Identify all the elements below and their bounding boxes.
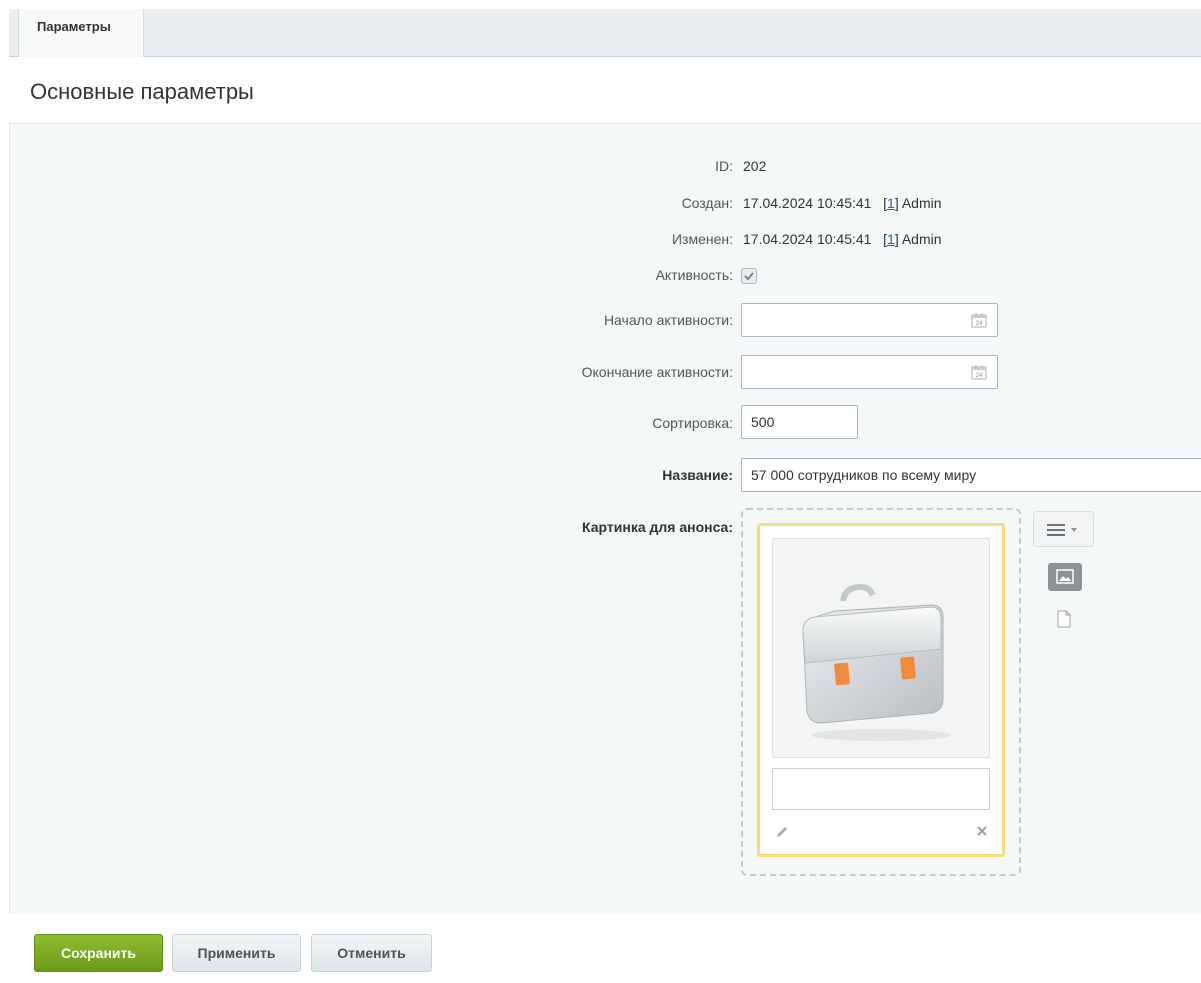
image-mode-button[interactable] — [1048, 563, 1082, 591]
created-user-name: Admin — [901, 195, 942, 211]
created-date: 17.04.2024 10:45:41 — [743, 195, 872, 211]
active-to-label: Окончание активности: — [581, 364, 733, 380]
created-label: Создан: — [681, 195, 733, 211]
name-input[interactable]: 57 000 сотрудников по всему миру — [741, 458, 1201, 492]
cancel-button[interactable]: Отменить — [311, 934, 432, 972]
check-icon — [744, 272, 754, 281]
active-to-input[interactable]: 24 — [741, 355, 998, 389]
modified-date: 17.04.2024 10:45:41 — [743, 231, 872, 247]
active-from-label: Начало активности: — [603, 312, 733, 328]
created-user-link[interactable]: 1 — [887, 195, 895, 211]
preview-image[interactable] — [772, 538, 990, 758]
modified-label: Изменен: — [671, 231, 733, 247]
preview-picture-label: Картинка для анонса: — [582, 519, 733, 535]
menu-icon — [1047, 524, 1077, 536]
picture-menu-button[interactable] — [1033, 511, 1094, 547]
active-label: Активность: — [655, 267, 733, 283]
file-icon[interactable] — [1057, 610, 1071, 628]
tab-parameters[interactable]: Параметры — [18, 9, 144, 57]
calendar-icon[interactable]: 24 — [971, 364, 987, 380]
active-from-input[interactable]: 24 — [741, 303, 998, 337]
sort-label: Сортировка: — [652, 415, 733, 431]
briefcase-image — [802, 583, 951, 741]
modified-info: 17.04.2024 10:45:41 [1] Admin — [743, 231, 942, 247]
created-info: 17.04.2024 10:45:41 [1] Admin — [743, 195, 942, 211]
preview-picture-card — [757, 523, 1005, 857]
modified-user-name: Admin — [901, 231, 942, 247]
id-value: 202 — [743, 158, 767, 174]
sort-input[interactable]: 500 — [741, 405, 858, 439]
id-label: ID: — [715, 158, 733, 174]
apply-button[interactable]: Применить — [172, 934, 301, 972]
section-header: Основные параметры — [9, 57, 1201, 124]
pencil-icon[interactable] — [774, 824, 790, 840]
image-description-input[interactable] — [772, 768, 990, 810]
close-icon[interactable] — [975, 824, 989, 838]
section-title: Основные параметры — [30, 79, 254, 104]
calendar-icon[interactable]: 24 — [971, 312, 987, 328]
save-button[interactable]: Сохранить — [34, 934, 163, 972]
name-label: Название: — [662, 467, 733, 483]
active-checkbox[interactable] — [741, 268, 757, 284]
image-icon — [1056, 569, 1074, 584]
svg-text:24: 24 — [976, 373, 983, 379]
svg-text:24: 24 — [976, 321, 983, 327]
tab-bar: Параметры — [9, 9, 1201, 57]
modified-user-link[interactable]: 1 — [887, 231, 895, 247]
